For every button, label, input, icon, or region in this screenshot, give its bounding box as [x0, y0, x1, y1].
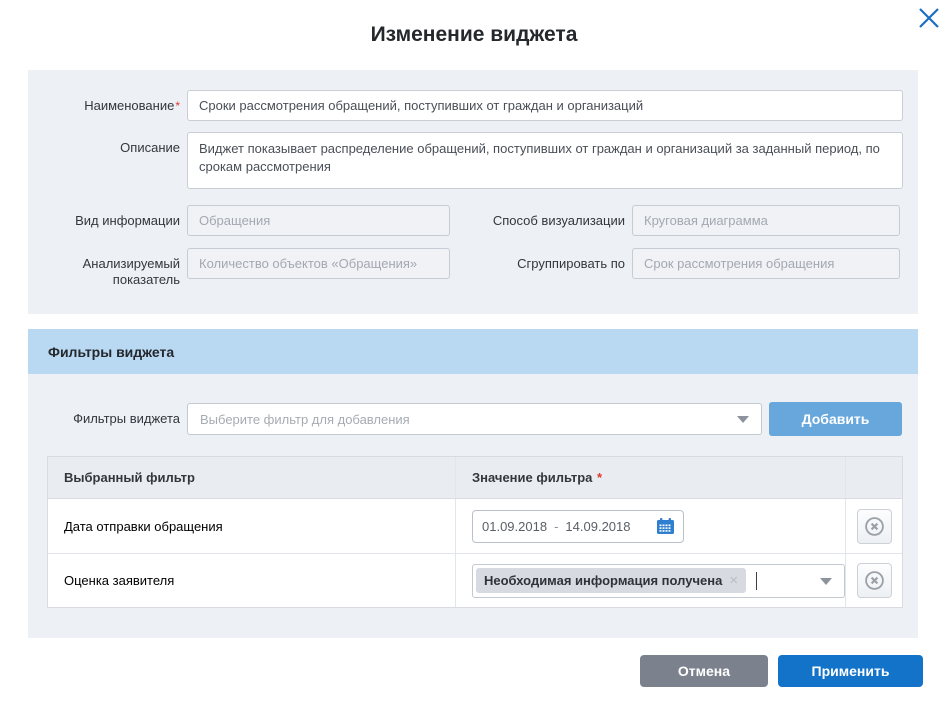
filter-select-placeholder: Выберите фильтр для добавления	[200, 412, 410, 427]
indicator-input	[187, 248, 450, 279]
date-to: 14.09.2018	[565, 519, 630, 534]
info-type-label: Вид информации	[28, 205, 180, 236]
filter-name: Дата отправки обращения	[48, 499, 456, 553]
visualization-input	[632, 205, 900, 236]
filter-value-cell: 01.09.2018 - 14.09.2018	[456, 499, 846, 553]
remove-filter-button[interactable]	[857, 509, 892, 544]
filter-add-row: Фильтры виджета Выберите фильтр для доба…	[28, 402, 918, 436]
column-header-value: Значение фильтра *	[456, 457, 846, 498]
widget-properties-panel: Наименование* Описание Виджет показывает…	[28, 70, 918, 314]
remove-filter-button[interactable]	[857, 563, 892, 598]
circle-x-icon	[864, 570, 885, 591]
selected-value-chip: Необходимая информация получена ×	[476, 568, 746, 593]
circle-x-icon	[864, 516, 885, 537]
info-visualization-row: Вид информации Способ визуализации	[28, 205, 903, 236]
page-title: Изменение виджета	[0, 0, 948, 48]
dialog-footer: Отмена Применить	[0, 655, 923, 687]
filters-section-title: Фильтры виджета	[28, 329, 918, 374]
info-type-input	[187, 205, 450, 236]
filter-select-dropdown[interactable]: Выберите фильтр для добавления	[187, 403, 762, 435]
required-asterisk: *	[175, 99, 180, 113]
actions-cell	[846, 499, 902, 553]
name-row: Наименование*	[28, 90, 903, 121]
date-from: 01.09.2018	[482, 519, 547, 534]
description-label: Описание	[28, 132, 180, 194]
apply-button[interactable]: Применить	[778, 655, 923, 687]
date-separator: -	[554, 519, 558, 534]
chevron-down-icon	[820, 578, 832, 585]
filters-body: Фильтры виджета Выберите фильтр для доба…	[28, 374, 918, 638]
rating-multiselect[interactable]: Необходимая информация получена ×	[472, 564, 845, 598]
column-header-actions	[846, 457, 902, 498]
edit-widget-dialog: Изменение виджета Наименование* Описание…	[0, 0, 948, 704]
widget-filters-panel: Фильтры виджета Фильтры виджета Выберите…	[28, 329, 918, 638]
calendar-icon[interactable]	[657, 518, 674, 534]
filters-add-label: Фильтры виджета	[28, 411, 180, 427]
actions-cell	[846, 554, 902, 607]
group-by-label: Сгруппировать по	[457, 248, 625, 288]
description-textarea[interactable]: Виджет показывает распределение обращени…	[187, 132, 903, 189]
add-filter-button[interactable]: Добавить	[769, 402, 902, 436]
name-input[interactable]	[187, 90, 903, 121]
required-asterisk: *	[597, 470, 602, 485]
table-row: Дата отправки обращения 01.09.2018 - 14.…	[48, 499, 902, 553]
filters-table-header: Выбранный фильтр Значение фильтра *	[48, 457, 902, 499]
visualization-label: Способ визуализации	[457, 205, 625, 236]
chevron-down-icon	[737, 416, 749, 423]
description-row: Описание Виджет показывает распределение…	[28, 132, 903, 194]
filter-value-cell: Необходимая информация получена ×	[456, 554, 846, 607]
indicator-label: Анализируемый показатель	[28, 248, 180, 288]
text-caret	[756, 572, 757, 590]
date-range-input[interactable]: 01.09.2018 - 14.09.2018	[472, 510, 684, 543]
group-by-input	[632, 248, 900, 279]
filter-name: Оценка заявителя	[48, 554, 456, 607]
filters-table: Выбранный фильтр Значение фильтра * Дата…	[47, 456, 903, 608]
close-icon[interactable]	[917, 6, 941, 30]
column-header-filter: Выбранный фильтр	[48, 457, 456, 498]
table-row: Оценка заявителя Необходимая информация …	[48, 553, 902, 607]
chip-remove-icon[interactable]: ×	[729, 574, 738, 587]
name-label: Наименование*	[28, 90, 180, 121]
indicator-group-row: Анализируемый показатель Сгруппировать п…	[28, 248, 903, 288]
cancel-button[interactable]: Отмена	[640, 655, 768, 687]
